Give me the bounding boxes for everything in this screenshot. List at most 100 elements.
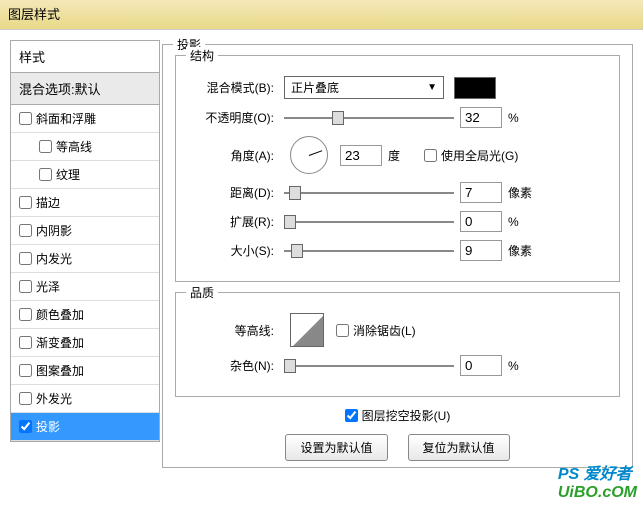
style-item-label: 内阴影 [36, 222, 72, 239]
style-item-label: 斜面和浮雕 [36, 110, 96, 127]
structure-group: 结构 混合模式(B): 正片叠底 ▼ 不透明度(O): [175, 55, 620, 282]
contour-label: 等高线: [188, 322, 278, 339]
reset-default-button[interactable]: 复位为默认值 [408, 434, 510, 461]
style-item-label: 内发光 [36, 250, 72, 267]
distance-unit: 像素 [508, 184, 538, 201]
style-item-checkbox[interactable] [39, 140, 52, 153]
style-item-0[interactable]: 斜面和浮雕 [11, 105, 159, 133]
style-item-checkbox[interactable] [19, 308, 32, 321]
window-title: 图层样式 [8, 7, 60, 22]
chevron-down-icon: ▼ [427, 82, 437, 93]
distance-input[interactable] [460, 182, 502, 203]
size-unit: 像素 [508, 242, 538, 259]
distance-slider[interactable] [284, 186, 454, 200]
style-item-11[interactable]: 投影 [11, 413, 159, 441]
style-item-7[interactable]: 颜色叠加 [11, 301, 159, 329]
noise-input[interactable] [460, 355, 502, 376]
global-light-label: 使用全局光(G) [441, 147, 518, 164]
style-item-4[interactable]: 内阴影 [11, 217, 159, 245]
bottom-buttons: 设置为默认值 复位为默认值 [175, 434, 620, 461]
style-item-2[interactable]: 纹理 [11, 161, 159, 189]
style-item-10[interactable]: 外发光 [11, 385, 159, 413]
angle-dial-hand [309, 150, 322, 156]
style-item-label: 颜色叠加 [36, 306, 84, 323]
style-item-label: 外发光 [36, 390, 72, 407]
style-item-label: 图案叠加 [36, 362, 84, 379]
spread-slider-thumb[interactable] [284, 215, 296, 229]
size-label: 大小(S): [188, 242, 278, 259]
set-default-button[interactable]: 设置为默认值 [285, 434, 387, 461]
knockout-row: 图层挖空投影(U) [175, 407, 620, 424]
opacity-input[interactable] [460, 107, 502, 128]
style-item-5[interactable]: 内发光 [11, 245, 159, 273]
noise-unit: % [508, 359, 538, 373]
size-slider-thumb[interactable] [291, 244, 303, 258]
style-item-label: 渐变叠加 [36, 334, 84, 351]
noise-slider[interactable] [284, 359, 454, 373]
angle-unit: 度 [388, 147, 418, 164]
size-slider[interactable] [284, 244, 454, 258]
watermark-text2: UiBO.cOM [558, 484, 637, 501]
style-item-checkbox[interactable] [19, 392, 32, 405]
distance-row: 距离(D): 像素 [188, 182, 607, 203]
contour-row: 等高线: 消除锯齿(L) [188, 313, 607, 347]
blend-mode-label: 混合模式(B): [188, 79, 278, 96]
style-item-3[interactable]: 描边 [11, 189, 159, 217]
blend-options-default[interactable]: 混合选项:默认 [10, 73, 160, 105]
style-item-8[interactable]: 渐变叠加 [11, 329, 159, 357]
right-panel: 投影 结构 混合模式(B): 正片叠底 ▼ 不透明度(O): [162, 40, 633, 478]
drop-shadow-section: 投影 结构 混合模式(B): 正片叠底 ▼ 不透明度(O): [162, 44, 633, 468]
angle-row: 角度(A): 度 使用全局光(G) [188, 136, 607, 174]
distance-label: 距离(D): [188, 184, 278, 201]
watermark-text1: PS 爱好者 [558, 466, 632, 483]
style-item-6[interactable]: 光泽 [11, 273, 159, 301]
opacity-slider[interactable] [284, 111, 454, 125]
antialias-checkbox[interactable] [336, 324, 349, 337]
window-title-bar: 图层样式 [0, 0, 643, 30]
size-row: 大小(S): 像素 [188, 240, 607, 261]
shadow-color-swatch[interactable] [454, 77, 496, 99]
noise-slider-thumb[interactable] [284, 359, 296, 373]
style-item-label: 描边 [36, 194, 60, 211]
blend-mode-dropdown[interactable]: 正片叠底 ▼ [284, 76, 444, 99]
style-item-checkbox[interactable] [19, 252, 32, 265]
spread-label: 扩展(R): [188, 213, 278, 230]
angle-label: 角度(A): [188, 147, 278, 164]
style-item-checkbox[interactable] [19, 364, 32, 377]
size-input[interactable] [460, 240, 502, 261]
style-item-label: 投影 [36, 418, 60, 435]
spread-input[interactable] [460, 211, 502, 232]
noise-label: 杂色(N): [188, 357, 278, 374]
style-item-label: 等高线 [56, 138, 92, 155]
spread-row: 扩展(R): % [188, 211, 607, 232]
antialias-label: 消除锯齿(L) [353, 322, 416, 339]
style-item-checkbox[interactable] [19, 336, 32, 349]
style-item-1[interactable]: 等高线 [11, 133, 159, 161]
style-item-checkbox[interactable] [19, 224, 32, 237]
style-list: 斜面和浮雕等高线纹理描边内阴影内发光光泽颜色叠加渐变叠加图案叠加外发光投影 [10, 105, 160, 442]
watermark: PS 爱好者 UiBO.cOM [558, 460, 637, 502]
styles-header[interactable]: 样式 [10, 40, 160, 73]
style-item-checkbox[interactable] [19, 420, 32, 433]
knockout-label-row[interactable]: 图层挖空投影(U) [345, 407, 451, 424]
knockout-checkbox[interactable] [345, 409, 358, 422]
global-light-row[interactable]: 使用全局光(G) [424, 147, 518, 164]
angle-dial[interactable] [290, 136, 328, 174]
opacity-slider-thumb[interactable] [332, 111, 344, 125]
spread-unit: % [508, 215, 538, 229]
angle-input[interactable] [340, 145, 382, 166]
style-item-checkbox[interactable] [19, 112, 32, 125]
global-light-checkbox[interactable] [424, 149, 437, 162]
style-item-9[interactable]: 图案叠加 [11, 357, 159, 385]
spread-slider[interactable] [284, 215, 454, 229]
contour-picker[interactable] [290, 313, 324, 347]
quality-group: 品质 等高线: 消除锯齿(L) 杂色(N): [175, 292, 620, 397]
style-item-checkbox[interactable] [39, 168, 52, 181]
style-item-checkbox[interactable] [19, 196, 32, 209]
opacity-unit: % [508, 111, 538, 125]
antialias-row[interactable]: 消除锯齿(L) [336, 322, 416, 339]
knockout-label: 图层挖空投影(U) [362, 407, 451, 424]
style-item-checkbox[interactable] [19, 280, 32, 293]
blend-mode-value: 正片叠底 [291, 79, 339, 96]
distance-slider-thumb[interactable] [289, 186, 301, 200]
